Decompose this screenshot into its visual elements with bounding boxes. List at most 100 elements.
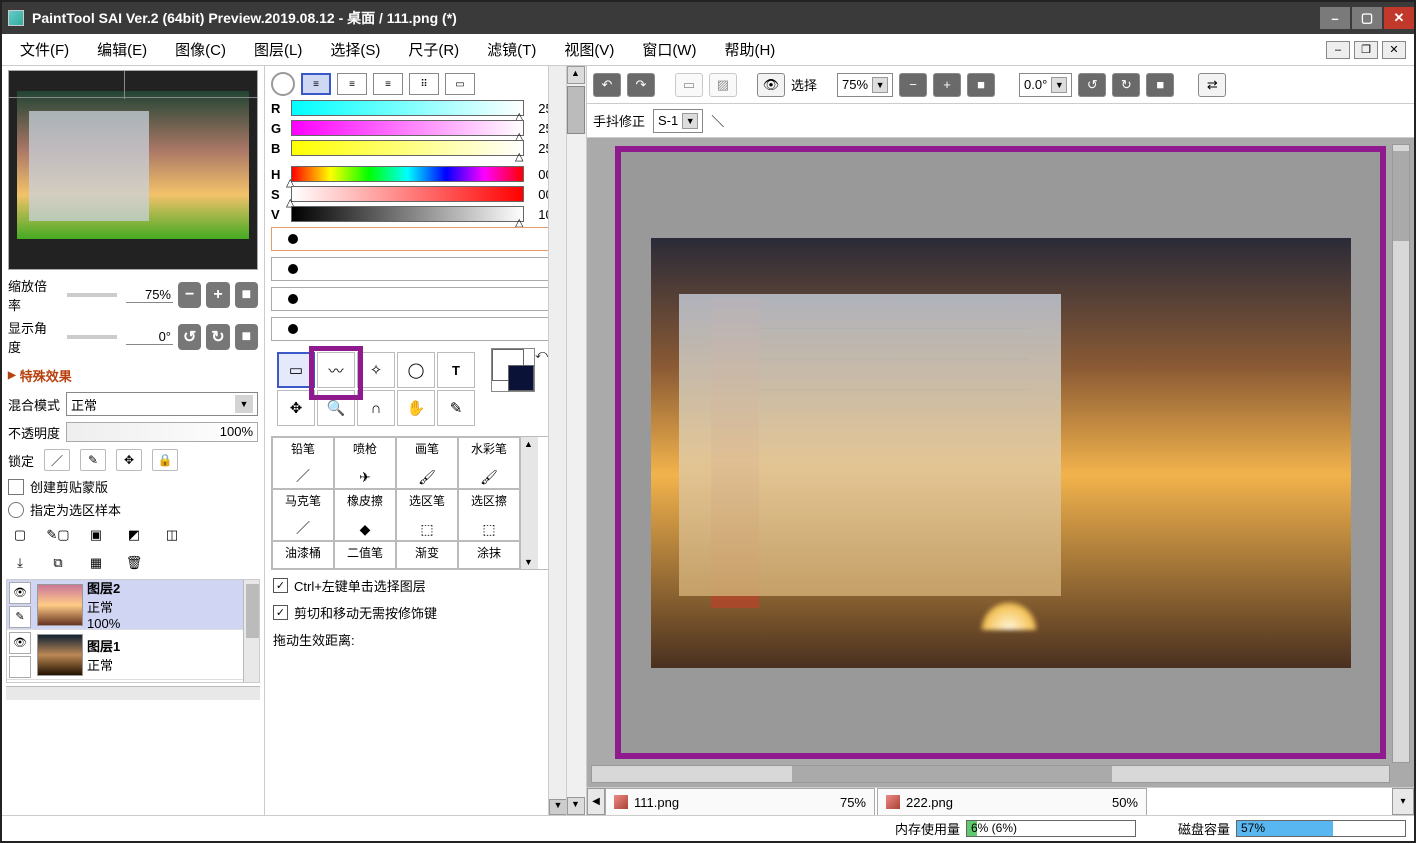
- g-slider[interactable]: [291, 120, 524, 136]
- child-close-button[interactable]: ✕: [1382, 41, 1406, 59]
- child-restore-button[interactable]: ❐: [1354, 41, 1378, 59]
- merge-down-button[interactable]: ⧉: [46, 552, 70, 574]
- fx-header[interactable]: 特殊效果: [2, 358, 264, 389]
- color-wheel-button[interactable]: [271, 72, 295, 96]
- color-history-2[interactable]: [271, 257, 560, 281]
- visibility-icon[interactable]: 👁: [9, 632, 31, 654]
- color-history-3[interactable]: [271, 287, 560, 311]
- menu-window[interactable]: 窗口(W): [632, 35, 714, 64]
- rot-reset-btn[interactable]: ■: [1146, 73, 1174, 97]
- undo-button[interactable]: ↶: [593, 73, 621, 97]
- menu-view[interactable]: 视图(V): [554, 35, 632, 64]
- transfer-down-button[interactable]: ⤓: [8, 552, 32, 574]
- magic-wand-tool[interactable]: ✧: [357, 352, 395, 388]
- menu-edit[interactable]: 编辑(E): [87, 35, 165, 64]
- lasso-tool[interactable]: 〰: [317, 352, 355, 388]
- rgb-slider-button[interactable]: ≡: [301, 73, 331, 95]
- v-slider[interactable]: [291, 206, 524, 222]
- tab-collapse-button[interactable]: ▾: [1392, 788, 1414, 815]
- canvas-hscroll[interactable]: [591, 765, 1390, 783]
- layer-hscroll[interactable]: [6, 686, 260, 700]
- delete-layer-button[interactable]: 🗑: [122, 552, 146, 574]
- text-tool[interactable]: T: [437, 352, 475, 388]
- rot-cw-btn[interactable]: ↻: [1112, 73, 1140, 97]
- zoom-dropdown[interactable]: 75%▼: [837, 73, 893, 97]
- navigator-preview[interactable]: [8, 70, 258, 270]
- zoom-reset-button[interactable]: ■: [235, 282, 258, 308]
- menu-layer[interactable]: 图层(L): [244, 35, 320, 64]
- zoom-tool[interactable]: 🔍: [317, 390, 355, 426]
- brush-bucket[interactable]: 油漆桶: [272, 541, 334, 569]
- panel-divider-scrollbar[interactable]: [567, 66, 587, 815]
- child-minimize-button[interactable]: –: [1326, 41, 1350, 59]
- brush-gradient[interactable]: 渐变: [396, 541, 458, 569]
- hsv-slider-button[interactable]: ≡: [337, 73, 367, 95]
- panel-scrollbar[interactable]: ▼: [548, 66, 566, 815]
- swap-colors-icon[interactable]: ⤺: [535, 347, 548, 362]
- window-minimize-button[interactable]: –: [1320, 7, 1350, 29]
- canvas-vscroll[interactable]: [1392, 144, 1410, 763]
- brush-marker[interactable]: 马克笔／: [272, 489, 334, 541]
- eyedropper-tool[interactable]: ✎: [437, 390, 475, 426]
- menu-ruler[interactable]: 尺子(R): [398, 35, 477, 64]
- window-maximize-button[interactable]: ▢: [1352, 7, 1382, 29]
- lock-none-button[interactable]: ／: [44, 449, 70, 471]
- brush-brush[interactable]: 画笔🖌: [396, 437, 458, 489]
- layer-item[interactable]: 👁 图层1正常: [7, 630, 259, 680]
- lock-all-button[interactable]: 🔒: [152, 449, 178, 471]
- mask-button[interactable]: ◩: [122, 524, 146, 546]
- rotation-dropdown[interactable]: 0.0°▼: [1019, 73, 1072, 97]
- stabilizer-dropdown[interactable]: S-1▼: [653, 109, 703, 133]
- hand-tool[interactable]: ✋: [397, 390, 435, 426]
- h-slider[interactable]: [291, 166, 524, 182]
- brush-airbrush[interactable]: 喷枪✈: [334, 437, 396, 489]
- zoom-fit-btn[interactable]: ■: [967, 73, 995, 97]
- doc-tab-1[interactable]: 111.png75%: [605, 788, 875, 815]
- doc-tab-2[interactable]: 222.png50%: [877, 788, 1147, 815]
- move-tool[interactable]: ✥: [277, 390, 315, 426]
- rotate-tool[interactable]: ∩: [357, 390, 395, 426]
- color-history-1[interactable]: [271, 227, 560, 251]
- clear-layer-button[interactable]: ◫: [160, 524, 184, 546]
- swatches-button[interactable]: ⠿: [409, 73, 439, 95]
- new-layer-button[interactable]: ▢: [8, 524, 32, 546]
- color-swatch[interactable]: ⤺: [491, 348, 535, 392]
- menu-image[interactable]: 图像(C): [165, 35, 244, 64]
- invert-sel-button[interactable]: ▨: [709, 73, 737, 97]
- menu-filter[interactable]: 滤镜(T): [477, 35, 554, 64]
- brush-pencil[interactable]: 铅笔／: [272, 437, 334, 489]
- selection-source-checkbox[interactable]: 指定为选区样本: [2, 498, 264, 521]
- menu-select[interactable]: 选择(S): [320, 35, 398, 64]
- brush-seleraser[interactable]: 选区擦⬚: [458, 489, 520, 541]
- angle-slider[interactable]: [67, 335, 117, 339]
- canvas-viewport[interactable]: ▲: [587, 138, 1414, 787]
- r-slider[interactable]: [291, 100, 524, 116]
- clipping-mask-checkbox[interactable]: 创建剪贴蒙版: [2, 475, 264, 498]
- edit-icon[interactable]: ✎: [9, 606, 31, 628]
- zoom-in-btn[interactable]: +: [933, 73, 961, 97]
- brush-binary[interactable]: 二值笔: [334, 541, 396, 569]
- shape-tool[interactable]: ◯: [397, 352, 435, 388]
- color-history-4[interactable]: [271, 317, 560, 341]
- menu-file[interactable]: 文件(F): [10, 35, 87, 64]
- b-slider[interactable]: [291, 140, 524, 156]
- brush-watercolor[interactable]: 水彩笔🖌: [458, 437, 520, 489]
- menu-help[interactable]: 帮助(H): [714, 35, 793, 64]
- flip-h-button[interactable]: ⇄: [1198, 73, 1226, 97]
- flatten-button[interactable]: ▦: [84, 552, 108, 574]
- scratchpad-button[interactable]: ▭: [445, 73, 475, 95]
- brush-scrollbar[interactable]: [520, 437, 538, 569]
- lock-move-button[interactable]: ✥: [116, 449, 142, 471]
- blend-mode-dropdown[interactable]: 正常▼: [66, 392, 258, 416]
- ctrl-click-layer-checkbox[interactable]: ✓Ctrl+左键单击选择图层: [273, 576, 558, 595]
- zoom-in-button[interactable]: +: [206, 282, 229, 308]
- eye-icon[interactable]: 👁: [757, 73, 785, 97]
- cut-move-no-modifier-checkbox[interactable]: ✓剪切和移动无需按修饰键: [273, 603, 558, 622]
- visibility-icon[interactable]: 👁: [9, 582, 31, 604]
- brush-smudge[interactable]: 涂抹: [458, 541, 520, 569]
- brush-eraser[interactable]: 橡皮擦◆: [334, 489, 396, 541]
- rotate-ccw-button[interactable]: ↺: [178, 324, 201, 350]
- layer-scrollbar[interactable]: [243, 580, 260, 682]
- new-linework-layer-button[interactable]: ✎▢: [46, 524, 70, 546]
- layer-item[interactable]: 👁✎ 图层2正常100%: [7, 580, 259, 630]
